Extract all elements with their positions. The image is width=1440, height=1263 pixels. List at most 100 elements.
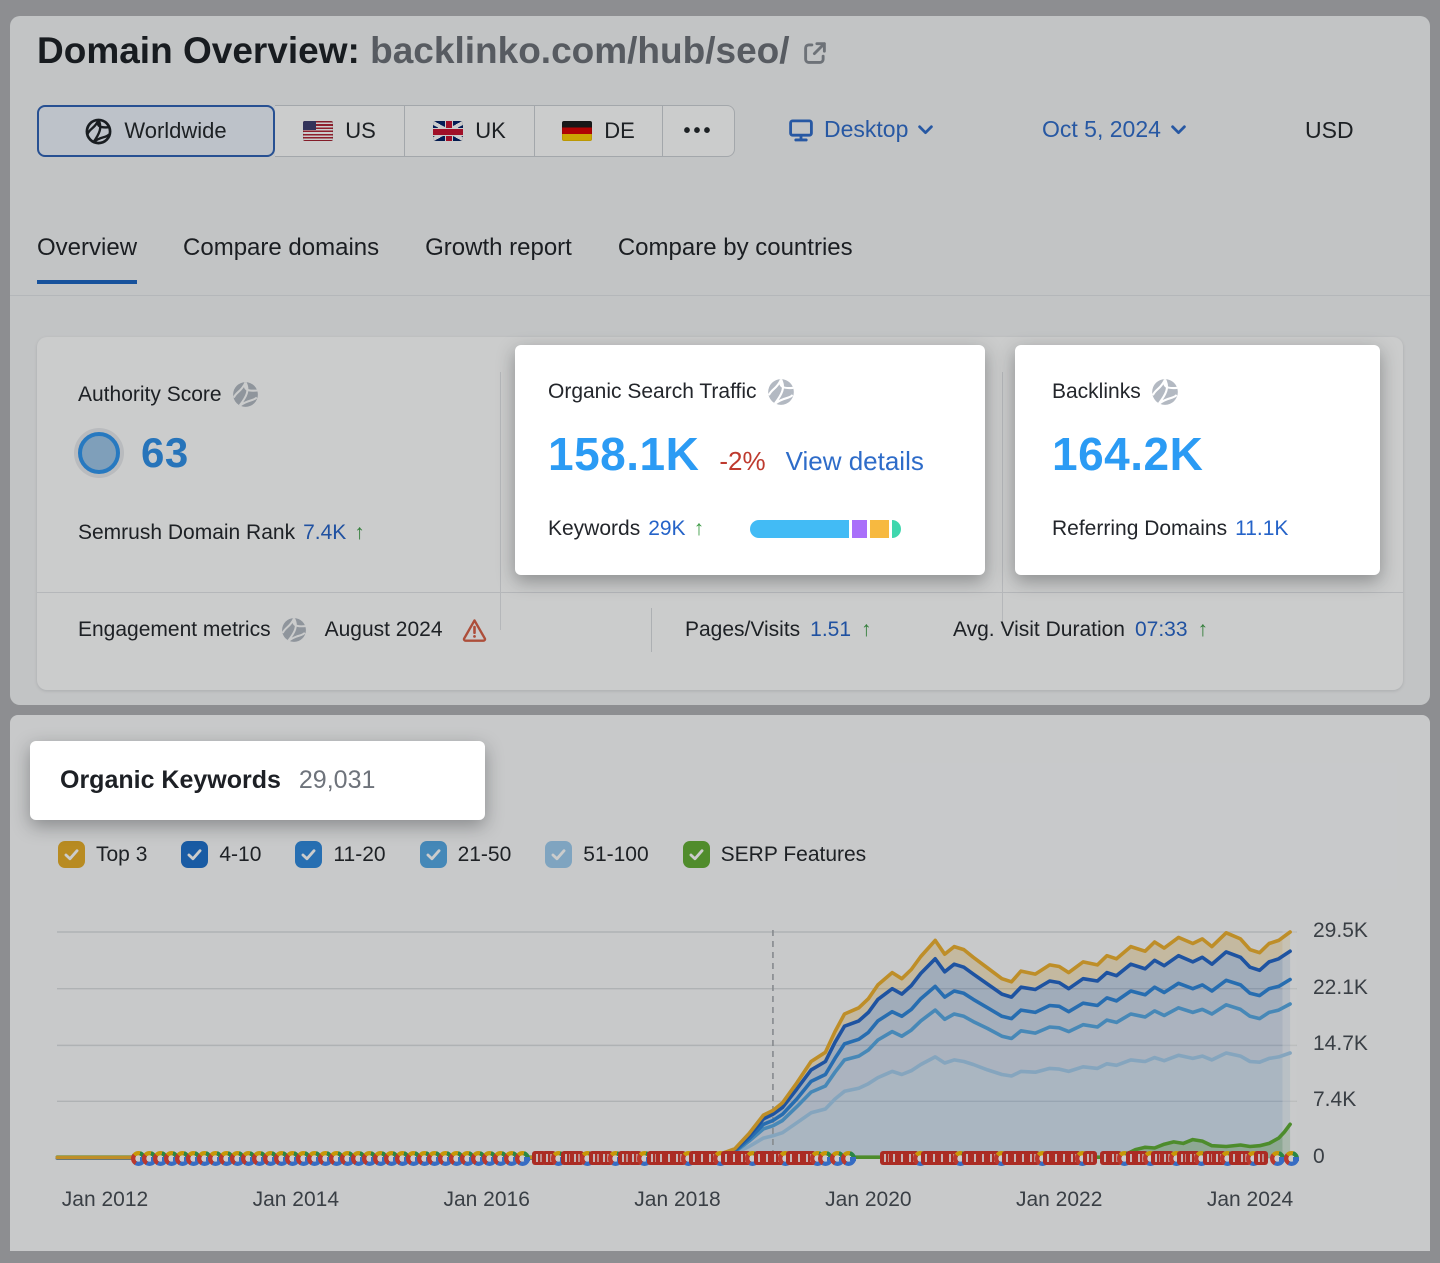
legend-checkbox[interactable] bbox=[683, 841, 710, 868]
referring-domains-value[interactable]: 11.1K bbox=[1235, 517, 1288, 541]
organic-keywords-title: Organic Keywords bbox=[60, 766, 281, 795]
y-tick-label: 7.4K bbox=[1313, 1088, 1356, 1112]
globe-scope-icon bbox=[232, 381, 259, 408]
more-regions-button[interactable]: ••• bbox=[663, 105, 735, 157]
domain-text: backlinko.com/hub/seo/ bbox=[370, 30, 789, 71]
device-selector[interactable]: Desktop bbox=[788, 116, 933, 143]
region-label: UK bbox=[475, 118, 506, 144]
legend-checkbox[interactable] bbox=[58, 841, 85, 868]
backlinks-label: Backlinks bbox=[1052, 378, 1179, 406]
keywords-value[interactable]: 29K bbox=[648, 517, 685, 541]
legend-checkbox[interactable] bbox=[181, 841, 208, 868]
backlinks-value: 164.2K bbox=[1052, 428, 1203, 480]
ellipsis-icon: ••• bbox=[683, 120, 713, 143]
currency-label: USD bbox=[1305, 117, 1354, 143]
region-button-us[interactable]: US bbox=[275, 105, 405, 157]
page-title-label: Domain Overview: bbox=[37, 30, 360, 71]
backlinks-card: Backlinks 164.2K Referring Domains 11.1K bbox=[1015, 345, 1380, 575]
keywords-bar-segment bbox=[852, 520, 867, 538]
x-tick-label: Jan 2012 bbox=[62, 1188, 148, 1212]
x-tick-label: Jan 2022 bbox=[1016, 1188, 1102, 1212]
chevron-down-icon bbox=[1171, 125, 1186, 135]
view-details-link[interactable]: View details bbox=[786, 446, 924, 477]
legend-item-serp-features[interactable]: SERP Features bbox=[683, 841, 867, 868]
check-icon bbox=[687, 845, 706, 864]
authority-score-value-row: 63 bbox=[78, 429, 189, 477]
keywords-distribution-bar bbox=[750, 520, 912, 538]
legend-label: 21-50 bbox=[458, 843, 512, 867]
traffic-value: 158.1K bbox=[548, 427, 699, 481]
globe-scope-icon bbox=[767, 378, 795, 406]
check-icon bbox=[62, 845, 81, 864]
region-label: US bbox=[345, 118, 376, 144]
keywords-row: Keywords 29K ↑ bbox=[548, 517, 912, 541]
legend-label: 51-100 bbox=[583, 843, 648, 867]
tab-compare-domains[interactable]: Compare domains bbox=[183, 234, 379, 284]
legend-item-top-3[interactable]: Top 3 bbox=[58, 841, 147, 868]
tab-overview[interactable]: Overview bbox=[37, 234, 137, 284]
referring-domains-row: Referring Domains 11.1K bbox=[1052, 517, 1288, 541]
y-tick-label: 14.7K bbox=[1313, 1032, 1368, 1056]
legend-label: SERP Features bbox=[721, 843, 867, 867]
keywords-bar-segment bbox=[750, 520, 849, 538]
x-tick-label: Jan 2020 bbox=[825, 1188, 911, 1212]
organic-keywords-chart[interactable] bbox=[10, 910, 1430, 1220]
external-link-icon[interactable] bbox=[800, 38, 830, 68]
pages-visits-value[interactable]: 1.51 bbox=[810, 618, 851, 642]
organic-keywords-count: 29,031 bbox=[299, 766, 375, 795]
legend-label: Top 3 bbox=[96, 843, 147, 867]
up-arrow-icon: ↑ bbox=[354, 521, 365, 545]
legend-checkbox[interactable] bbox=[295, 841, 322, 868]
date-selector[interactable]: Oct 5, 2024 bbox=[1042, 116, 1186, 143]
up-arrow-icon: ↑ bbox=[861, 618, 872, 642]
check-icon bbox=[299, 845, 318, 864]
authority-score-value: 63 bbox=[141, 429, 189, 477]
region-button-de[interactable]: DE bbox=[535, 105, 663, 157]
page-title: Domain Overview: backlinko.com/hub/seo/ bbox=[37, 30, 830, 72]
x-tick-label: Jan 2016 bbox=[443, 1188, 529, 1212]
backlinks-value-row: 164.2K bbox=[1052, 427, 1203, 481]
region-filter-group: Worldwide US UK DE ••• bbox=[37, 105, 735, 157]
x-tick-label: Jan 2018 bbox=[634, 1188, 720, 1212]
y-tick-label: 29.5K bbox=[1313, 919, 1368, 943]
flag-us-icon bbox=[303, 121, 333, 141]
tab-compare-by-countries[interactable]: Compare by countries bbox=[618, 234, 853, 284]
region-button-uk[interactable]: UK bbox=[405, 105, 535, 157]
organic-search-traffic-card: Organic Search Traffic 158.1K -2% View d… bbox=[515, 345, 985, 575]
chevron-down-icon bbox=[918, 125, 933, 135]
engagement-period: August 2024 bbox=[325, 618, 443, 642]
engagement-metrics-label: Engagement metrics August 2024 bbox=[78, 610, 488, 650]
region-button-worldwide[interactable]: Worldwide bbox=[37, 105, 275, 157]
legend-checkbox[interactable] bbox=[420, 841, 447, 868]
visit-duration-metric: Avg. Visit Duration 07:33 ↑ bbox=[953, 610, 1208, 650]
check-icon bbox=[424, 845, 443, 864]
region-label: Worldwide bbox=[124, 118, 226, 144]
domain-rank-value[interactable]: 7.4K bbox=[303, 521, 346, 545]
tab-divider bbox=[10, 295, 1430, 296]
warning-icon[interactable] bbox=[461, 617, 488, 643]
legend-label: 4-10 bbox=[219, 843, 261, 867]
domain-rank-row: Semrush Domain Rank 7.4K ↑ bbox=[78, 521, 365, 545]
legend-item-4-10[interactable]: 4-10 bbox=[181, 841, 261, 868]
legend-item-11-20[interactable]: 11-20 bbox=[295, 841, 385, 868]
date-label: Oct 5, 2024 bbox=[1042, 116, 1161, 143]
currency-selector[interactable]: USD bbox=[1305, 117, 1354, 144]
traffic-change: -2% bbox=[719, 446, 765, 477]
keywords-bar-segment bbox=[870, 520, 889, 538]
y-tick-label: 22.1K bbox=[1313, 976, 1368, 1000]
y-tick-label: 0 bbox=[1313, 1145, 1325, 1169]
authority-score-gauge bbox=[78, 432, 120, 474]
legend-checkbox[interactable] bbox=[545, 841, 572, 868]
x-tick-label: Jan 2024 bbox=[1207, 1188, 1293, 1212]
region-label: DE bbox=[604, 118, 635, 144]
check-icon bbox=[185, 845, 204, 864]
legend-item-21-50[interactable]: 21-50 bbox=[420, 841, 512, 868]
visit-duration-value[interactable]: 07:33 bbox=[1135, 618, 1188, 642]
x-tick-label: Jan 2014 bbox=[253, 1188, 339, 1212]
flag-uk-icon bbox=[433, 121, 463, 141]
legend-item-51-100[interactable]: 51-100 bbox=[545, 841, 648, 868]
globe-icon bbox=[85, 118, 112, 145]
tab-growth-report[interactable]: Growth report bbox=[425, 234, 572, 284]
globe-scope-icon bbox=[281, 617, 307, 643]
flag-de-icon bbox=[562, 121, 592, 141]
